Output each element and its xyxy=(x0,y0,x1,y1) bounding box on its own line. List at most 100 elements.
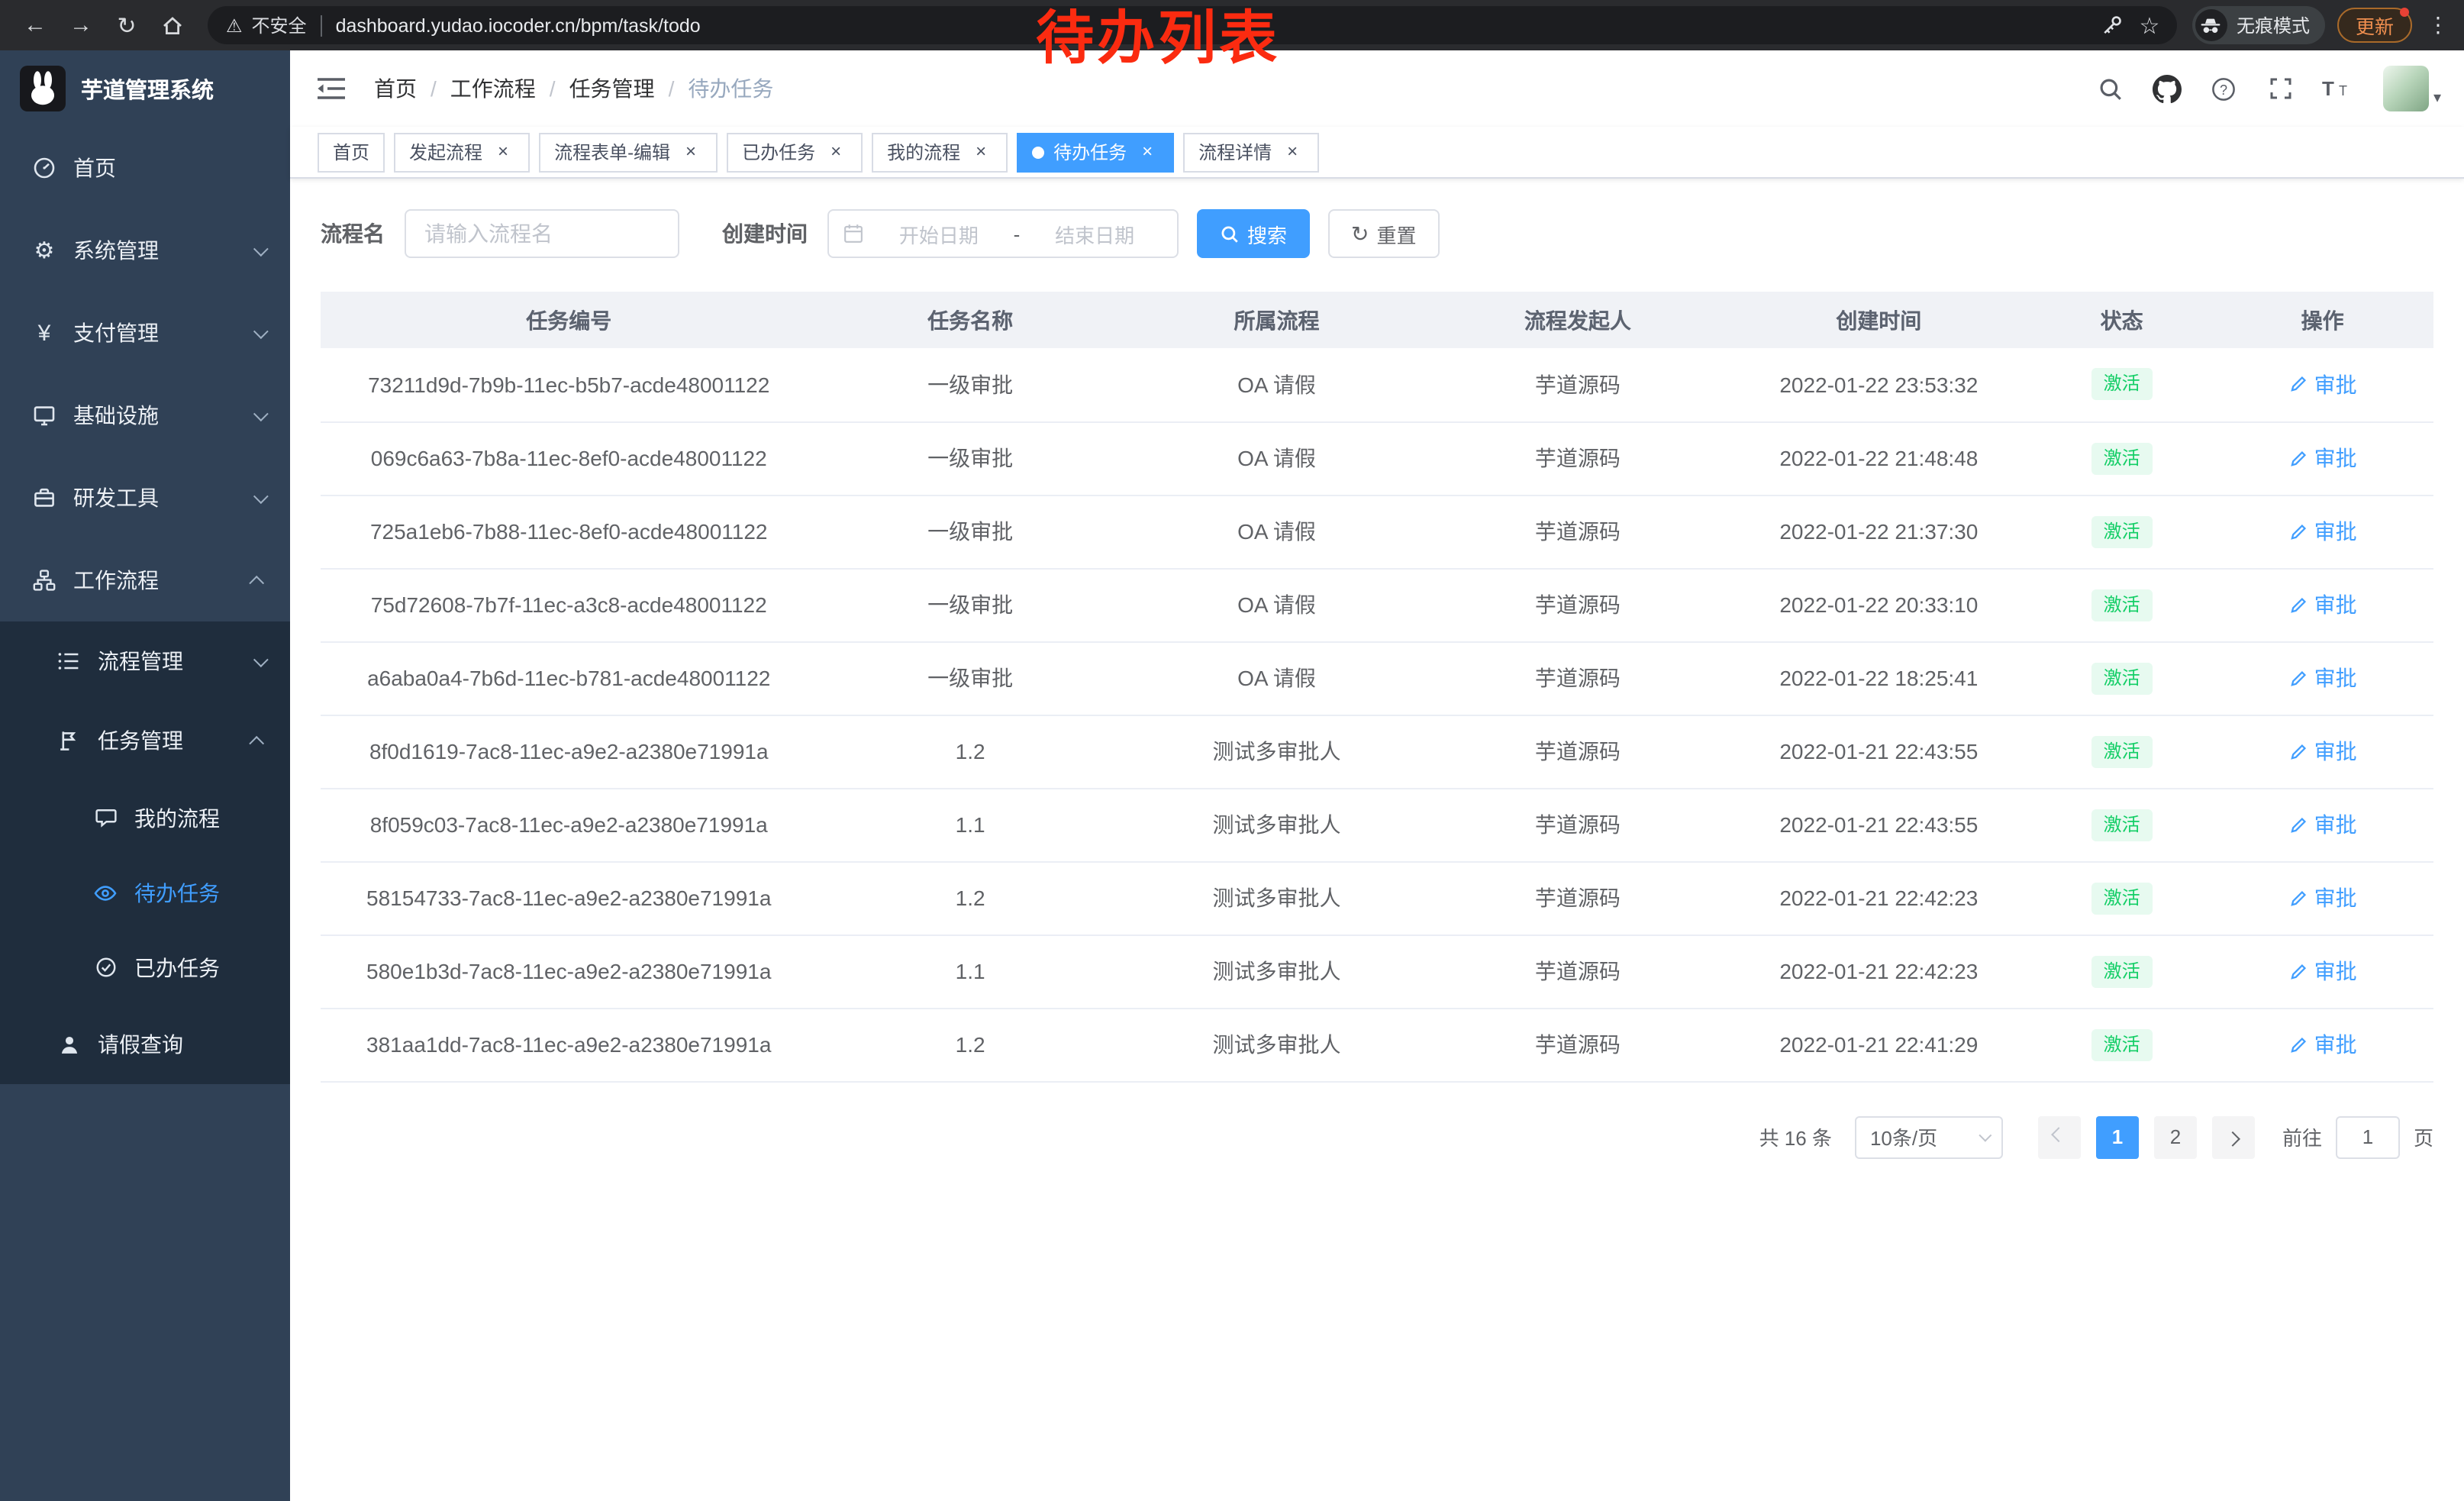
search-button[interactable]: 搜索 xyxy=(1197,209,1310,258)
sidebar-item-label: 请假查询 xyxy=(98,1029,183,1060)
approve-link[interactable]: 审批 xyxy=(2288,589,2357,620)
tab-close-icon[interactable]: × xyxy=(1281,140,1304,163)
update-button[interactable]: 更新 xyxy=(2337,8,2412,43)
cell-action: 审批 xyxy=(2211,934,2433,1008)
tab-close-icon[interactable]: × xyxy=(1136,140,1159,163)
tab-home[interactable]: 首页 xyxy=(318,132,385,172)
chevron-down-icon xyxy=(253,651,269,667)
sidebar-item-home[interactable]: 首页 xyxy=(0,127,290,209)
browser-back-icon[interactable]: ← xyxy=(15,5,55,45)
approve-link[interactable]: 审批 xyxy=(2288,956,2357,986)
cell-status: 激活 xyxy=(2032,421,2211,495)
search-icon[interactable] xyxy=(2095,72,2128,105)
tab-start-process[interactable]: 发起流程 × xyxy=(394,132,530,172)
cell-action: 审批 xyxy=(2211,715,2433,788)
sidebar-item-payment-management[interactable]: ¥ 支付管理 xyxy=(0,292,290,374)
table-row: 58154733-7ac8-11ec-a9e2-a2380e71991a 1.2… xyxy=(321,861,2433,934)
approve-link[interactable]: 审批 xyxy=(2288,883,2357,913)
browser-refresh-icon[interactable]: ↻ xyxy=(107,5,147,45)
cell-task-name: 一级审批 xyxy=(817,348,1123,421)
app-logo[interactable]: 芋道管理系统 xyxy=(0,50,290,127)
status-badge: 激活 xyxy=(2091,735,2153,767)
page-size-select[interactable]: 10条/页 xyxy=(1855,1115,2003,1158)
tab-close-icon[interactable]: × xyxy=(969,140,992,163)
svg-text:T: T xyxy=(2340,83,2348,98)
key-icon[interactable] xyxy=(2095,7,2131,44)
approve-link[interactable]: 审批 xyxy=(2288,370,2357,400)
sidebar-item-task-management[interactable]: 任务管理 xyxy=(0,701,290,780)
sidebar-item-todo-task[interactable]: 待办任务 xyxy=(0,855,290,930)
col-create-time: 创建时间 xyxy=(1726,292,2032,348)
reset-button[interactable]: ↻ 重置 xyxy=(1328,209,1440,258)
cell-status: 激活 xyxy=(2032,348,2211,421)
github-icon[interactable] xyxy=(2151,72,2185,105)
edit-icon xyxy=(2288,595,2308,615)
page-button-2[interactable]: 2 xyxy=(2154,1115,2197,1158)
page-button-1[interactable]: 1 xyxy=(2096,1115,2139,1158)
sidebar-item-label: 已办任务 xyxy=(134,952,220,983)
sidebar-item-leave-query[interactable]: 请假查询 xyxy=(0,1005,290,1084)
approve-link[interactable]: 审批 xyxy=(2288,516,2357,547)
security-chip[interactable]: ⚠ 不安全 xyxy=(226,12,321,38)
bookmark-star-icon[interactable]: ☆ xyxy=(2131,7,2168,44)
sidebar-item-done-task[interactable]: 已办任务 xyxy=(0,930,290,1005)
browser-actions: 无痕模式 更新 ⋮ xyxy=(2192,6,2452,44)
sidebar-item-system-management[interactable]: ⚙ 系统管理 xyxy=(0,209,290,292)
sidebar-item-dev-tools[interactable]: 研发工具 xyxy=(0,457,290,539)
cell-task-id: 381aa1dd-7ac8-11ec-a9e2-a2380e71991a xyxy=(321,1008,817,1081)
cell-task-name: 一级审批 xyxy=(817,421,1123,495)
approve-link[interactable]: 审批 xyxy=(2288,443,2357,473)
breadcrumb-task-management[interactable]: 任务管理 xyxy=(569,73,655,104)
tab-process-form-edit[interactable]: 流程表单-编辑 × xyxy=(539,132,718,172)
breadcrumb-home[interactable]: 首页 xyxy=(374,73,417,104)
sidebar-item-infrastructure[interactable]: 基础设施 xyxy=(0,374,290,457)
cell-process: OA 请假 xyxy=(1124,421,1430,495)
approve-link[interactable]: 审批 xyxy=(2288,1029,2357,1060)
cell-process: OA 请假 xyxy=(1124,348,1430,421)
next-page-button[interactable] xyxy=(2212,1115,2255,1158)
tab-done-task[interactable]: 已办任务 × xyxy=(727,132,863,172)
approve-link[interactable]: 审批 xyxy=(2288,809,2357,840)
calendar-icon xyxy=(843,223,864,244)
header-actions: ? TT ▾ xyxy=(2095,66,2441,111)
date-range-picker[interactable]: 开始日期 - 结束日期 xyxy=(827,209,1179,258)
sidebar-menu: 首页 ⚙ 系统管理 ¥ 支付管理 基础设施 xyxy=(0,127,290,1501)
tab-process-detail[interactable]: 流程详情 × xyxy=(1183,132,1319,172)
font-size-icon[interactable]: TT xyxy=(2320,72,2354,105)
sidebar-item-process-management[interactable]: 流程管理 xyxy=(0,621,290,701)
table-row: a6aba0a4-7b6d-11ec-b781-acde48001122 一级审… xyxy=(321,641,2433,715)
approve-link[interactable]: 审批 xyxy=(2288,663,2357,693)
monitor-icon xyxy=(31,402,58,429)
browser-home-icon[interactable] xyxy=(153,5,192,45)
edit-icon xyxy=(2288,888,2308,908)
breadcrumb-workflow[interactable]: 工作流程 xyxy=(450,73,536,104)
cell-task-name: 1.2 xyxy=(817,1008,1123,1081)
cell-task-name: 一级审批 xyxy=(817,641,1123,715)
tags-view-bar: 首页 发起流程 × 流程表单-编辑 × 已办任务 × 我的流程 × xyxy=(290,127,2464,179)
user-avatar-dropdown[interactable]: ▾ xyxy=(2383,66,2441,111)
approve-link[interactable]: 审批 xyxy=(2288,736,2357,767)
address-bar[interactable]: ⚠ 不安全 dashboard.yudao.iocoder.cn/bpm/tas… xyxy=(208,6,2177,44)
cell-action: 审批 xyxy=(2211,641,2433,715)
url-divider xyxy=(321,15,322,36)
table-row: 8f059c03-7ac8-11ec-a9e2-a2380e71991a 1.1… xyxy=(321,788,2433,861)
goto-page-input[interactable] xyxy=(2336,1115,2400,1158)
sidebar-item-workflow[interactable]: 工作流程 xyxy=(0,539,290,621)
status-badge: 激活 xyxy=(2091,515,2153,547)
browser-menu-icon[interactable]: ⋮ xyxy=(2424,12,2452,38)
cell-create-time: 2022-01-21 22:43:55 xyxy=(1726,715,2032,788)
tab-close-icon[interactable]: × xyxy=(679,140,702,163)
prev-page-button[interactable] xyxy=(2038,1115,2081,1158)
help-icon[interactable]: ? xyxy=(2208,72,2241,105)
tab-close-icon[interactable]: × xyxy=(492,140,514,163)
fullscreen-icon[interactable] xyxy=(2264,72,2298,105)
tab-todo-task[interactable]: 待办任务 × xyxy=(1017,132,1174,172)
menu-fold-icon[interactable] xyxy=(313,70,350,107)
tab-close-icon[interactable]: × xyxy=(824,140,847,163)
browser-forward-icon[interactable]: → xyxy=(61,5,101,45)
process-name-input[interactable] xyxy=(405,209,679,258)
cell-create-time: 2022-01-21 22:42:23 xyxy=(1726,934,2032,1008)
cell-process: OA 请假 xyxy=(1124,568,1430,641)
tab-my-process[interactable]: 我的流程 × xyxy=(872,132,1008,172)
sidebar-item-my-process[interactable]: 我的流程 xyxy=(0,780,290,855)
